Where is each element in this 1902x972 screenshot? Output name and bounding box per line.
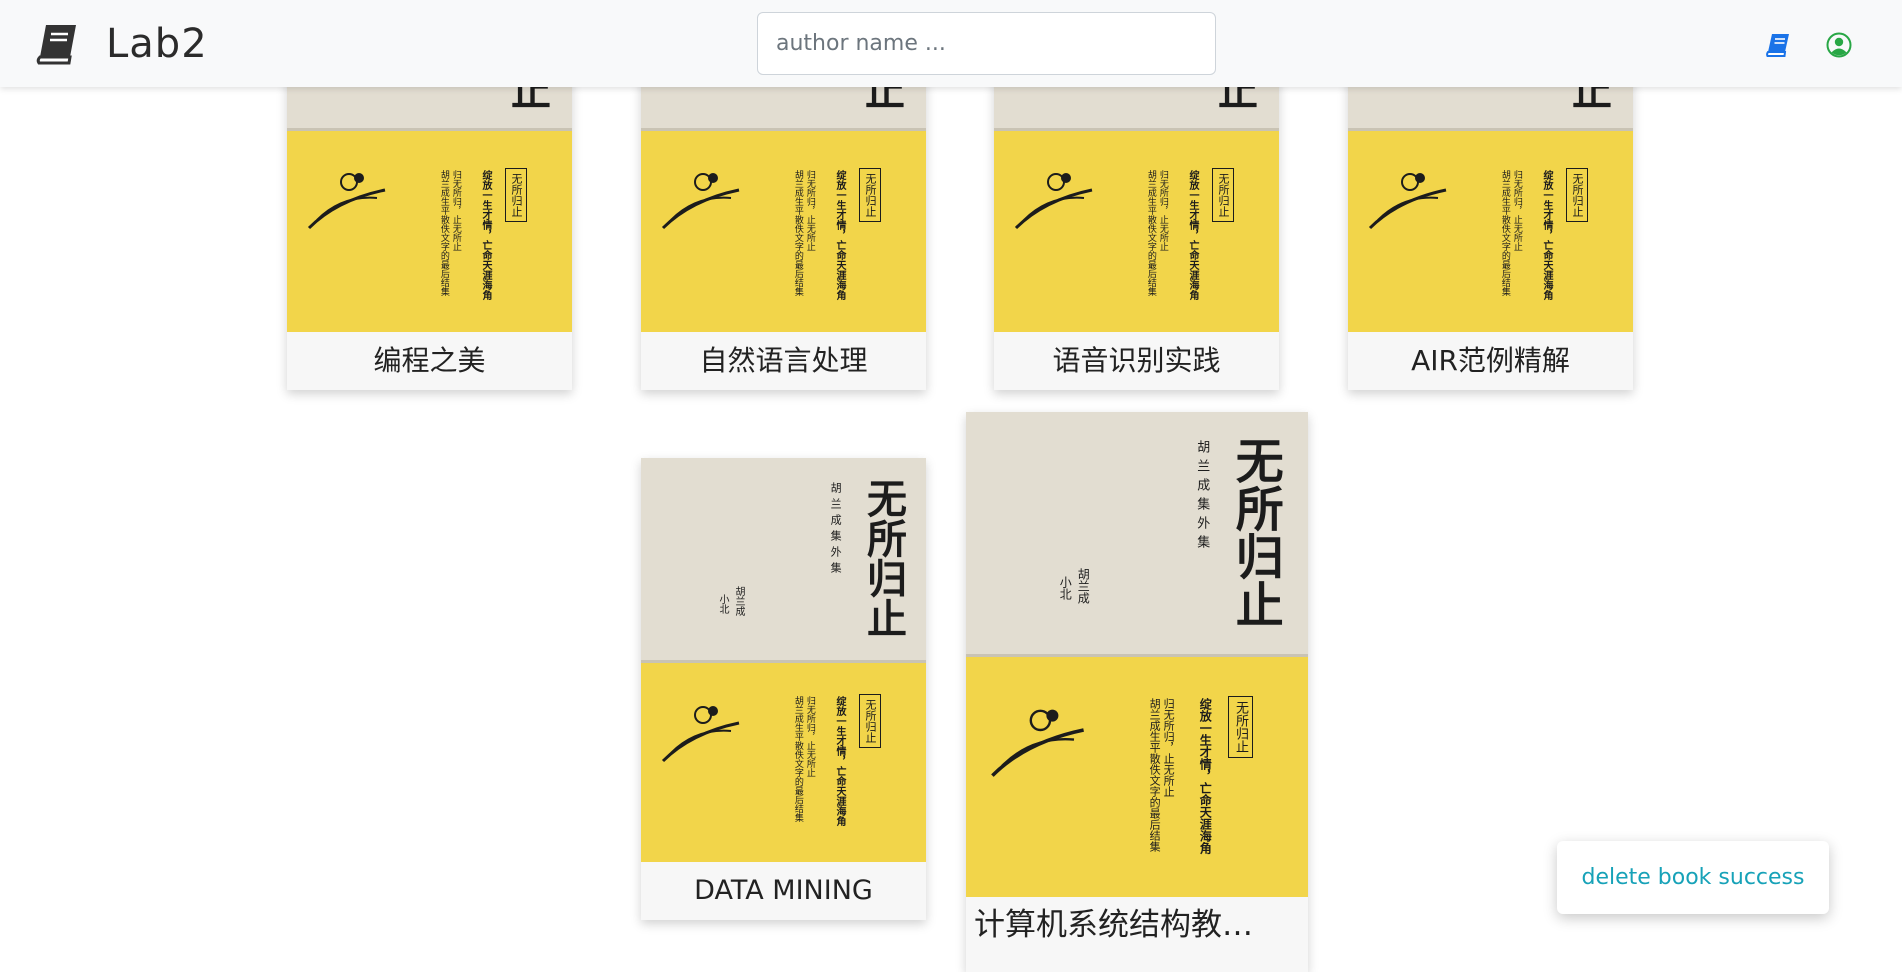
book-title: DATA MINING: [641, 862, 926, 920]
cover-frame-text: 无所归止: [1228, 696, 1253, 758]
book-card[interactable]: 无所归止 胡兰成集外集 胡兰成 小北 无所归止 绽放一生才情，亡命天涯海角 归无…: [641, 458, 926, 920]
author-text: 胡兰成: [733, 586, 744, 616]
book-cover: 无所归止 胡兰成集外集 胡兰成 小北 无所归止 绽放一生才情，亡命天涯海角 归无…: [966, 412, 1308, 897]
cover-line: 胡兰成生平散佚文字的最后结集: [1145, 170, 1156, 296]
book-title: 编程之美: [287, 332, 572, 390]
series-text: 胡兰成集外集: [1194, 440, 1210, 554]
cover-frame-text: 无所归止: [1566, 168, 1588, 222]
orchid-illustration: [1014, 173, 1093, 230]
calligraphy-text: 无所归止: [1226, 436, 1283, 628]
search-input[interactable]: [757, 12, 1216, 75]
cover-line: 胡兰成生平散佚文字的最后结集: [792, 696, 803, 822]
orchid-illustration: [661, 173, 740, 230]
cover-frame-text: 无所归止: [505, 168, 527, 222]
book-icon[interactable]: [1765, 32, 1791, 58]
cover-line: 归无所归，止无所止: [450, 170, 461, 251]
cover-slogan: 绽放一生才情，亡命天涯海角: [1198, 698, 1213, 854]
book-title: 计算机系统结构教…: [966, 897, 1308, 972]
cover-frame-text: 无所归止: [1212, 168, 1234, 222]
cover-line: 胡兰成生平散佚文字的最后结集: [438, 170, 449, 296]
series-text: 胡兰成集外集: [829, 482, 843, 578]
cover-line: 归无所归，止无所止: [804, 696, 815, 777]
orchid-illustration: [661, 706, 740, 763]
brand[interactable]: Lab2: [34, 20, 208, 68]
orchid-illustration: [991, 709, 1084, 777]
book-card[interactable]: 无所归止 无所归止 绽放一生才情，亡命天涯海角 归无所归，止无所止 胡兰成生平散…: [1348, 40, 1633, 390]
user-circle-icon[interactable]: [1826, 32, 1852, 58]
cover-line: 归无所归，止无所止: [804, 170, 815, 251]
orchid-illustration: [307, 173, 386, 230]
book-cover: 无所归止 胡兰成集外集 胡兰成 小北 无所归止 绽放一生才情，亡命天涯海角 归无…: [641, 458, 926, 862]
cover-slogan: 绽放一生才情，亡命天涯海角: [480, 170, 491, 300]
cover-frame-text: 无所归止: [859, 694, 881, 748]
book-title: AIR范例精解: [1348, 332, 1633, 390]
cover-line: 胡兰成生平散佚文字的最后结集: [792, 170, 803, 296]
cover-line: 胡兰成生平散佚文字的最后结集: [1148, 698, 1162, 852]
book-card[interactable]: 无所归止 胡兰成集外集 胡兰成 小北 无所归止 绽放一生才情，亡命天涯海角 归无…: [966, 412, 1308, 972]
cover-slogan: 绽放一生才情，亡命天涯海角: [1187, 170, 1198, 300]
book-icon: [36, 25, 76, 65]
cover-line: 归无所归，止无所止: [1511, 170, 1522, 251]
cover-slogan: 绽放一生才情，亡命天涯海角: [834, 696, 845, 826]
book-card[interactable]: 无所归止 无所归止 绽放一生才情，亡命天涯海角 归无所归，止无所止 胡兰成生平散…: [641, 40, 926, 390]
editor-text: 小北: [717, 594, 728, 614]
book-card[interactable]: 无所归止 无所归止 绽放一生才情，亡命天涯海角 归无所归，止无所止 胡兰成生平散…: [994, 40, 1279, 390]
orchid-illustration: [1368, 173, 1447, 230]
editor-text: 小北: [1058, 576, 1073, 600]
book-title: 自然语言处理: [641, 332, 926, 390]
book-card[interactable]: 无所归止 无所归止 绽放一生才情，亡命天涯海角 归无所归，止无所止 胡兰成生平散…: [287, 40, 572, 390]
author-text: 胡兰成: [1076, 568, 1091, 604]
cover-line: 归无所归，止无所止: [1162, 698, 1176, 797]
cover-line: 归无所归，止无所止: [1157, 170, 1168, 251]
calligraphy-text: 无所归止: [860, 478, 907, 638]
cover-frame-text: 无所归止: [859, 168, 881, 222]
navbar: Lab2: [0, 0, 1902, 87]
cover-line: 胡兰成生平散佚文字的最后结集: [1499, 170, 1510, 296]
brand-name: Lab2: [106, 21, 208, 67]
cover-slogan: 绽放一生才情，亡命天涯海角: [1541, 170, 1552, 300]
toast-notification: delete book success: [1557, 841, 1829, 914]
book-title: 语音识别实践: [994, 332, 1279, 390]
toast-message: delete book success: [1581, 865, 1805, 890]
cover-slogan: 绽放一生才情，亡命天涯海角: [834, 170, 845, 300]
